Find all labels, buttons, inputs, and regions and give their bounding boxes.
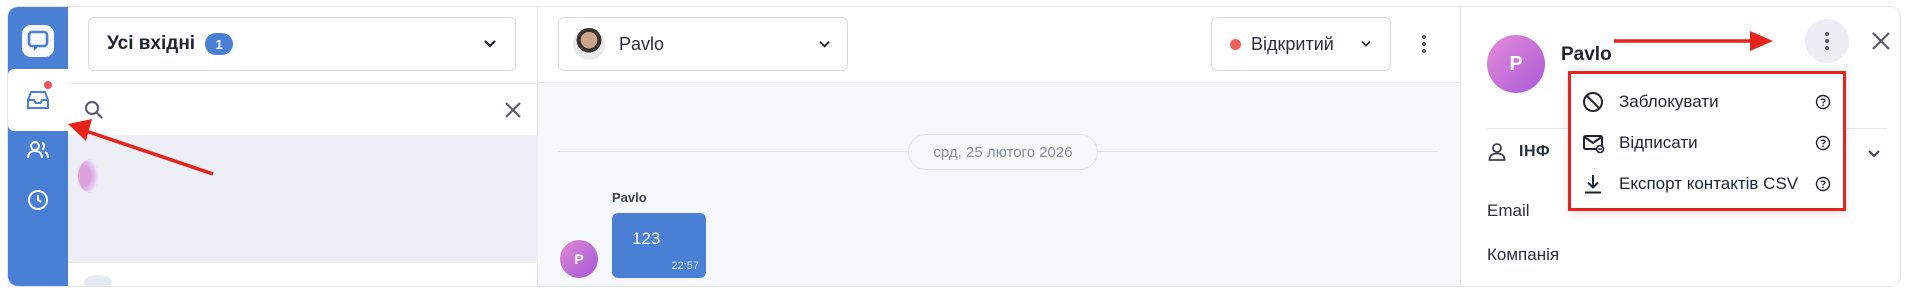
agent-avatar bbox=[573, 28, 605, 60]
search-icon bbox=[85, 100, 103, 119]
person-icon bbox=[1488, 143, 1506, 161]
field-label-email: Email bbox=[1487, 201, 1530, 220]
conversation-list-item[interactable] bbox=[68, 135, 538, 263]
chevron-down-icon bbox=[819, 40, 830, 48]
chevron-down-icon bbox=[1868, 150, 1880, 158]
info-section-header[interactable]: ІНФ bbox=[1487, 142, 1550, 162]
clear-search-icon[interactable] bbox=[504, 101, 522, 119]
chat-panel: Pavlo Відкритий срд, 25 лютого 2026 Pavl… bbox=[538, 7, 1460, 286]
message-bubble[interactable]: 123 22:57 bbox=[612, 213, 706, 278]
nav-rail bbox=[8, 7, 68, 286]
inbox-title: Усі вхідні bbox=[107, 33, 196, 54]
inbox-count-badge: 1 bbox=[205, 33, 234, 55]
menu-item-label: Заблокувати bbox=[1619, 92, 1719, 111]
menu-item-label: Експорт контактів CSV bbox=[1619, 174, 1799, 193]
assignee-selector[interactable]: Pavlo bbox=[558, 17, 848, 71]
chevron-down-icon bbox=[484, 40, 496, 48]
contact-more-button[interactable] bbox=[1805, 19, 1849, 63]
close-icon[interactable] bbox=[1861, 21, 1900, 61]
search-bar bbox=[68, 83, 538, 135]
kebab-icon bbox=[1805, 19, 1849, 63]
unsubscribe-mail-icon bbox=[1583, 135, 1605, 154]
info-section-label: ІНФ bbox=[1519, 143, 1551, 160]
status-dot bbox=[1230, 38, 1241, 50]
chat-logo-icon[interactable] bbox=[20, 23, 56, 59]
help-icon[interactable] bbox=[1815, 94, 1831, 110]
notification-dot bbox=[42, 79, 54, 91]
status-selector[interactable]: Відкритий bbox=[1211, 17, 1391, 71]
block-icon bbox=[1583, 92, 1603, 112]
contacts-icon bbox=[27, 141, 49, 159]
avatar bbox=[84, 275, 112, 286]
conversation-list-panel: Усі вхідні 1 bbox=[68, 7, 538, 286]
app-window: Усі вхідні 1 Pavlo Відкритий срд, 25 лют… bbox=[8, 7, 1900, 286]
message-text: 123 bbox=[632, 229, 661, 248]
search-input[interactable] bbox=[116, 94, 466, 125]
menu-item-block[interactable]: Заблокувати bbox=[1571, 82, 1843, 122]
field-label-company: Компанія bbox=[1487, 245, 1560, 264]
help-icon[interactable] bbox=[1815, 176, 1831, 192]
menu-item-unsubscribe[interactable]: Відписати bbox=[1571, 123, 1843, 163]
message-avatar: P bbox=[560, 240, 598, 278]
download-icon bbox=[1585, 175, 1601, 194]
agent-name: Pavlo bbox=[619, 33, 665, 54]
chat-header: Pavlo Відкритий bbox=[538, 7, 1460, 83]
contact-name: Pavlo bbox=[1561, 44, 1612, 65]
status-label: Відкритий bbox=[1251, 33, 1334, 54]
menu-item-export-csv[interactable]: Експорт контактів CSV bbox=[1571, 164, 1843, 204]
message-sender: Pavlo bbox=[612, 190, 647, 205]
date-separator: срд, 25 лютого 2026 bbox=[908, 134, 1098, 170]
message-time: 22:57 bbox=[671, 260, 699, 272]
help-icon[interactable] bbox=[1815, 135, 1831, 151]
chat-more-button[interactable] bbox=[1414, 29, 1434, 59]
inbox-icon bbox=[27, 91, 49, 109]
clock-icon bbox=[28, 190, 48, 210]
contact-avatar: P bbox=[1487, 35, 1545, 93]
menu-item-label: Відписати bbox=[1619, 133, 1698, 152]
avatar bbox=[78, 159, 104, 193]
rail-item-history[interactable] bbox=[8, 169, 68, 231]
chevron-down-icon bbox=[1361, 41, 1371, 47]
contact-actions-menu: Заблокувати Відписати Експорт контактів … bbox=[1568, 71, 1846, 211]
inbox-selector[interactable]: Усі вхідні 1 bbox=[88, 17, 516, 71]
